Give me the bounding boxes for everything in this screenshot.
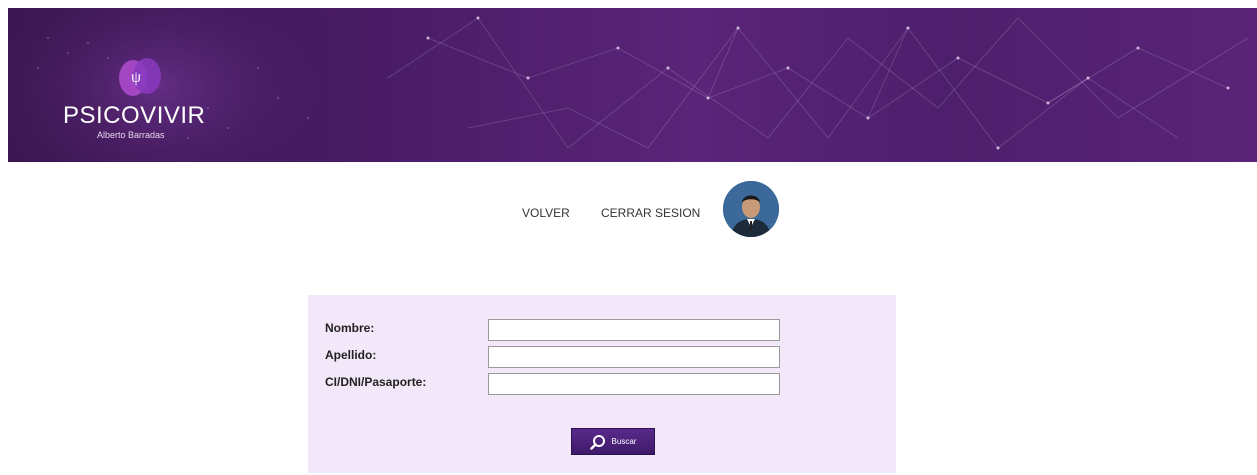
name-label: Nombre: (325, 321, 375, 335)
header-banner: ψ PSICOVIVIR Alberto Barradas (8, 8, 1257, 162)
id-input[interactable] (488, 373, 780, 395)
brand-title: PSICOVIVIR (63, 102, 206, 129)
avatar[interactable] (723, 181, 779, 237)
id-label: CI/DNI/Pasaporte: (325, 375, 427, 389)
logo-mark-icon: ψ (119, 58, 161, 96)
search-icon (589, 434, 605, 450)
top-nav: VOLVER CERRAR SESION (0, 180, 1257, 244)
logout-link[interactable]: CERRAR SESION (601, 206, 700, 220)
lastname-input[interactable] (488, 346, 780, 368)
search-form: Nombre: Apellido: CI/DNI/Pasaporte: Busc… (308, 295, 896, 473)
search-button-label: Buscar (611, 437, 637, 446)
search-button[interactable]: Buscar (571, 428, 655, 455)
lastname-label: Apellido: (325, 348, 377, 362)
user-avatar-icon (723, 181, 779, 237)
name-input[interactable] (488, 319, 780, 341)
back-link[interactable]: VOLVER (522, 206, 570, 220)
brand-subtitle: Alberto Barradas (97, 130, 165, 140)
svg-text:ψ: ψ (131, 69, 141, 86)
brand-logo: ψ PSICOVIVIR Alberto Barradas (63, 50, 223, 140)
